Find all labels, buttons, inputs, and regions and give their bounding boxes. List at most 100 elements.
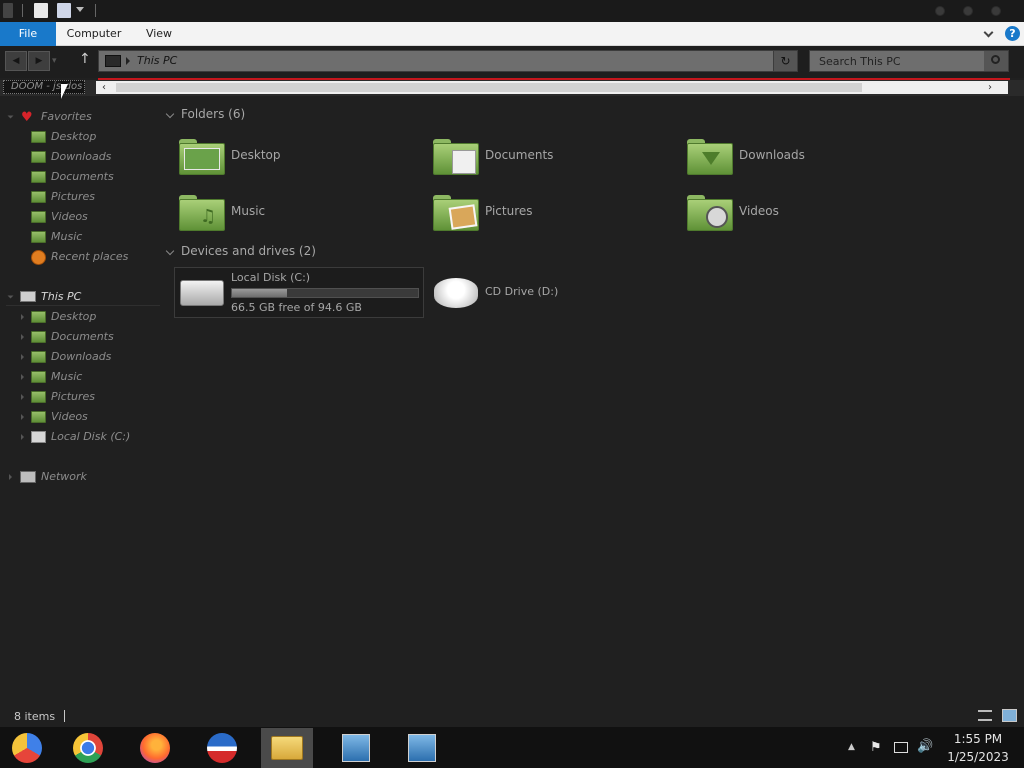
expand-arrow-icon[interactable] <box>7 115 14 119</box>
refresh-icon[interactable]: ↻ <box>773 51 797 71</box>
folder-desktop[interactable]: Desktop <box>231 148 281 162</box>
sidebar-item-pc-videos[interactable]: Videos <box>51 409 88 425</box>
up-arrow-icon[interactable]: ↑ <box>79 51 91 67</box>
sidebar-item-this-pc[interactable]: This PC <box>41 289 81 305</box>
cd-drive-icon[interactable] <box>434 278 478 308</box>
sidebar-item-pictures[interactable]: Pictures <box>51 189 95 205</box>
collapsed-arrow-icon[interactable] <box>21 394 24 400</box>
sidebar-item-pc-pictures[interactable]: Pictures <box>51 389 95 405</box>
action-center-flag-icon[interactable]: ⚑ <box>870 740 882 755</box>
folder-documents[interactable]: Documents <box>485 148 553 162</box>
sidebar-item-downloads[interactable]: Downloads <box>51 149 111 165</box>
devices-group-header[interactable]: Devices and drives (2) <box>181 244 316 258</box>
videos-folder-icon[interactable] <box>687 195 733 231</box>
sidebar-item-documents[interactable]: Documents <box>51 169 114 185</box>
folder-videos[interactable]: Videos <box>739 204 779 218</box>
volume-icon[interactable]: 🔊 <box>917 739 933 754</box>
drive-local-disk-c[interactable]: Local Disk (C:) 66.5 GB free of 94.6 GB <box>174 267 424 318</box>
downloads-folder-icon[interactable] <box>687 139 733 175</box>
details-view-icon[interactable] <box>978 710 992 721</box>
obama-logo-icon <box>207 733 237 763</box>
expand-ribbon-icon[interactable] <box>983 27 994 38</box>
taskbar-app-chromium[interactable] <box>1 728 53 768</box>
forward-button[interactable]: ▶ <box>28 51 50 71</box>
collapsed-arrow-icon[interactable] <box>21 314 24 320</box>
sidebar-item-pc-documents[interactable]: Documents <box>51 329 114 345</box>
collapsed-arrow-icon[interactable] <box>21 414 24 420</box>
ribbon: File Computer View ? <box>0 22 1024 46</box>
collapsed-arrow-icon[interactable] <box>21 354 24 360</box>
taskbar-app-chrome[interactable] <box>62 728 114 768</box>
tab-view[interactable]: View <box>138 22 180 46</box>
close-button[interactable] <box>991 6 1001 16</box>
folder-music[interactable]: Music <box>231 204 265 218</box>
chevron-down-icon[interactable] <box>76 7 84 12</box>
taskbar-app-installer-1[interactable] <box>330 728 382 768</box>
scroll-left-icon[interactable]: ‹ <box>102 82 106 93</box>
clock-time[interactable]: 1:55 PM <box>935 732 1021 746</box>
taskbar-app-obama-logo[interactable] <box>196 728 248 768</box>
sidebar-item-videos[interactable]: Videos <box>51 209 88 225</box>
system-menu-icon[interactable] <box>3 3 13 18</box>
recent-locations-icon[interactable]: ▾ <box>52 56 57 66</box>
sidebar-item-recent-places[interactable]: Recent places <box>51 249 128 265</box>
downloads-folder-icon <box>31 351 46 363</box>
sidebar-item-pc-music[interactable]: Music <box>51 369 82 385</box>
large-icons-view-icon[interactable] <box>1002 709 1017 722</box>
expand-arrow-icon[interactable] <box>7 295 14 299</box>
horizontal-scrollbar[interactable]: ‹ › <box>96 81 1008 94</box>
scroll-right-icon[interactable]: › <box>988 82 992 93</box>
collapsed-arrow-icon[interactable] <box>21 434 24 440</box>
sidebar-item-pc-downloads[interactable]: Downloads <box>51 349 111 365</box>
folders-group-header[interactable]: Folders (6) <box>181 107 245 121</box>
tab-file[interactable]: File <box>0 22 56 46</box>
sidebar-item-network[interactable]: Network <box>41 469 87 485</box>
desktop-folder-icon[interactable] <box>179 139 225 175</box>
divider <box>95 4 96 17</box>
sidebar-item-music[interactable]: Music <box>51 229 82 245</box>
downloads-folder-icon <box>31 151 46 163</box>
collapse-group-icon[interactable] <box>165 109 175 119</box>
breadcrumb[interactable]: This PC <box>137 54 177 67</box>
new-folder-icon[interactable] <box>57 3 71 18</box>
divider <box>22 4 23 17</box>
search-input[interactable]: Search This PC <box>809 50 1009 72</box>
collapsed-arrow-icon[interactable] <box>9 474 12 480</box>
tab-doom[interactable]: DOOM - js-dos <box>3 80 85 94</box>
drive-cd-d[interactable]: CD Drive (D:) <box>485 285 558 298</box>
pictures-folder-icon <box>31 391 46 403</box>
collapse-group-icon[interactable] <box>165 246 175 256</box>
search-icon[interactable] <box>984 51 1008 71</box>
taskbar-app-firefox[interactable] <box>129 728 181 768</box>
breadcrumb-chevron-icon[interactable] <box>126 57 130 65</box>
help-icon[interactable]: ? <box>1005 26 1020 41</box>
minimize-button[interactable] <box>935 6 945 16</box>
documents-folder-icon[interactable] <box>433 139 479 175</box>
taskbar: ▲ ⚑ 🔊 1:55 PM 1/25/2023 <box>0 727 1024 768</box>
computer-icon <box>105 55 121 67</box>
sidebar-item-desktop[interactable]: Desktop <box>51 129 96 145</box>
taskbar-app-installer-2[interactable] <box>396 728 448 768</box>
sidebar-item-pc-local-disk[interactable]: Local Disk (C:) <box>51 429 130 445</box>
status-bar: 8 items <box>0 705 1024 727</box>
heart-icon: ♥ <box>21 110 33 125</box>
sidebar-item-favorites[interactable]: Favorites <box>41 109 92 125</box>
folder-pictures[interactable]: Pictures <box>485 204 533 218</box>
show-hidden-icons-icon[interactable]: ▲ <box>848 742 855 752</box>
sidebar-item-pc-desktop[interactable]: Desktop <box>51 309 96 325</box>
properties-icon[interactable] <box>34 3 48 18</box>
taskbar-app-file-explorer[interactable] <box>261 728 313 768</box>
clock-date[interactable]: 1/25/2023 <box>935 750 1021 764</box>
tab-computer[interactable]: Computer <box>62 22 126 46</box>
back-button[interactable]: ◀ <box>5 51 27 71</box>
videos-folder-icon <box>31 211 46 223</box>
collapsed-arrow-icon[interactable] <box>21 374 24 380</box>
collapsed-arrow-icon[interactable] <box>21 334 24 340</box>
folder-downloads[interactable]: Downloads <box>739 148 805 162</box>
scroll-thumb[interactable] <box>116 83 862 92</box>
pictures-folder-icon[interactable] <box>433 195 479 231</box>
network-status-icon[interactable] <box>894 742 908 753</box>
music-folder-icon[interactable]: ♫ <box>179 195 225 231</box>
address-bar[interactable]: This PC ↻ <box>98 50 798 72</box>
maximize-button[interactable] <box>963 6 973 16</box>
